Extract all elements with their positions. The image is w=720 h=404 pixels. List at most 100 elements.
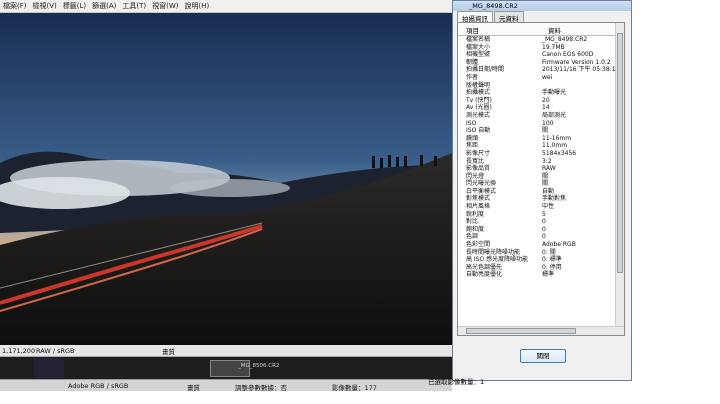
row-value: 手動對焦 — [542, 195, 567, 203]
table-header: 項目 資料 — [458, 23, 618, 36]
row-key: 拍攝日期/時間 — [466, 66, 505, 74]
row-key: 對比 — [466, 218, 479, 226]
table-row[interactable]: 拍攝模式 手動曝光 — [458, 89, 618, 97]
row-value: 中性 — [542, 203, 555, 211]
table-row[interactable]: 作者 wei — [458, 74, 618, 82]
table-row[interactable]: 銳利度 5 — [458, 211, 618, 219]
row-value: 0 — [542, 233, 546, 241]
status-bar: Adobe RGB / sRGB 畫質 調整參數數據：否 影像數量：177 — [0, 379, 452, 391]
row-key: 色調 — [466, 233, 479, 241]
horizontal-scroll-thumb[interactable] — [466, 328, 576, 334]
row-key: 長寬比 — [466, 157, 485, 165]
table-row[interactable]: 閃光曝光換 關 — [458, 180, 618, 188]
resolution-text: 1,171,200 — [2, 346, 36, 355]
row-value: 19.7MB — [542, 43, 565, 51]
row-value: 3:2 — [542, 157, 552, 165]
filmstrip[interactable]: _MG_8506.CR2 — [0, 357, 452, 379]
tab-shooting-info[interactable]: 拍攝資訊 — [457, 11, 493, 23]
row-value: 20 — [542, 96, 550, 104]
menu-tools[interactable]: 工具(T) — [122, 1, 146, 11]
table-row[interactable]: 飽和度 0 — [458, 226, 618, 234]
row-value: 關 — [542, 172, 549, 180]
table-row[interactable]: ISO 自動 關 — [458, 127, 618, 135]
photo-preview — [0, 13, 452, 345]
row-value: 2013/11/16 下午 05:38:10 — [542, 66, 620, 74]
color-profile-text: Adobe RGB / sRGB — [68, 382, 129, 390]
table-row[interactable]: 色調 0 — [458, 233, 618, 241]
vertical-scroll-thumb[interactable] — [617, 33, 623, 273]
row-value: 關 — [542, 127, 549, 135]
menu-view[interactable]: 檢視(V) — [33, 1, 57, 11]
row-value: 5 — [542, 210, 546, 218]
row-key: 焦距 — [466, 142, 479, 150]
row-key: ISO — [466, 119, 477, 127]
film-thumbnail[interactable] — [34, 358, 64, 378]
row-key: 相片風格 — [466, 203, 491, 211]
menu-filter[interactable]: 篩選(A) — [92, 1, 116, 11]
row-value: RAW — [542, 165, 556, 173]
row-key: 自動亮度優化 — [466, 271, 503, 279]
properties-window: _MG_8498.CR2 拍攝資訊 元資料 項目 資料 檔案名稱 _MG_8498… — [452, 0, 632, 381]
row-key: 檔案名稱 — [466, 36, 491, 43]
table-row[interactable]: 測光模式 局部測光 — [458, 112, 618, 120]
table-row[interactable]: 對焦模式 手動對焦 — [458, 195, 618, 203]
row-key: 色彩空間 — [466, 241, 491, 249]
column-value[interactable]: 資料 — [548, 25, 561, 35]
row-key: 高 ISO 感光度降噪功能 — [466, 256, 529, 264]
tab-bar: 拍攝資訊 元資料 — [457, 11, 525, 23]
table-row[interactable]: 影像尺寸 5184x3456 — [458, 150, 618, 158]
row-value: 局部測光 — [542, 111, 567, 119]
row-value: 0: 標準 — [542, 256, 562, 264]
quality-text-2: 畫質 — [187, 384, 200, 391]
row-key: 對焦模式 — [466, 195, 491, 203]
row-value: Canon EOS 600D — [542, 51, 594, 59]
main-window: 檔案(F) 檢視(V) 標籤(L) 篩選(A) 工具(T) 視窗(W) 說明(H… — [0, 0, 452, 391]
column-item[interactable]: 項目 — [466, 25, 479, 35]
row-key: 相機型號 — [466, 51, 491, 59]
menu-bar: 檔案(F) 檢視(V) 標籤(L) 篩選(A) 工具(T) 視窗(W) 說明(H… — [0, 0, 452, 13]
table-row[interactable]: 檔案名稱 _MG_8498.CR2 — [458, 36, 618, 44]
table-row[interactable]: 焦距 11.0mm — [458, 142, 618, 150]
table-row[interactable]: Av (光圈) 14 — [458, 104, 618, 112]
table-row[interactable]: 色彩空間 Adobe RGB — [458, 241, 618, 249]
row-value: 11-16mm — [542, 134, 572, 142]
row-key: 作者 — [466, 73, 479, 81]
row-value: 5184x3456 — [542, 149, 577, 157]
row-value: 標準 — [542, 271, 555, 279]
table-row[interactable]: 鏡頭 11-16mm — [458, 135, 618, 143]
row-value: Adobe RGB — [542, 241, 576, 249]
row-value: 手動曝光 — [542, 89, 567, 97]
tab-metadata[interactable]: 元資料 — [494, 11, 524, 23]
row-value: _MG_8498.CR2 — [542, 36, 588, 43]
table-row[interactable]: 長寬比 3:2 — [458, 158, 618, 166]
row-key: 拍攝模式 — [466, 89, 491, 97]
row-value: 14 — [542, 104, 550, 112]
row-value: 100 — [542, 119, 554, 127]
table-rows: 檔案名稱 _MG_8498.CR2 檔案大小 19.7MB 相機型號 Canon EOS … — [458, 36, 620, 279]
horizontal-scrollbar[interactable] — [458, 326, 624, 335]
info-table: 項目 資料 檔案名稱 _MG_8498.CR2 檔案大小 19.7MB 相機型號 Cano… — [457, 22, 625, 336]
row-value: wei — [542, 73, 553, 81]
image-info-bar: 1,171,200 RAW / sRGB 畫質 — [0, 345, 452, 357]
table-row[interactable]: 拍攝日期/時間 2013/11/16 下午 05:38:10 — [458, 66, 620, 74]
table-row[interactable]: 相機型號 Canon EOS 600D — [458, 51, 618, 59]
image-count-text: 影像數量：177 — [332, 384, 377, 391]
close-button[interactable]: 關閉 — [520, 349, 566, 363]
row-key: 影像品質 — [466, 165, 491, 173]
table-row[interactable]: 影像品質 RAW — [458, 165, 618, 173]
table-row[interactable]: 高 ISO 感光度降噪功能 0: 標準 — [458, 256, 618, 264]
menu-help[interactable]: 說明(H) — [185, 1, 210, 11]
vertical-scrollbar[interactable] — [615, 23, 624, 327]
quality-text: 畫質 — [162, 347, 175, 356]
table-row[interactable]: 相片風格 中性 — [458, 203, 618, 211]
menu-window[interactable]: 視窗(W) — [152, 1, 178, 11]
row-value: 關 — [542, 180, 549, 188]
table-row[interactable]: 自動亮度優化 標準 — [458, 271, 618, 279]
table-row[interactable]: 對比 0 — [458, 218, 618, 226]
properties-titlebar[interactable]: _MG_8498.CR2 — [453, 1, 631, 11]
menu-file[interactable]: 檔案(F) — [3, 1, 27, 11]
film-thumbnail-label: _MG_8506.CR2 — [238, 363, 280, 369]
menu-label[interactable]: 標籤(L) — [63, 1, 86, 11]
table-row[interactable]: ISO 100 — [458, 120, 618, 128]
row-key: ISO 自動 — [466, 127, 491, 135]
